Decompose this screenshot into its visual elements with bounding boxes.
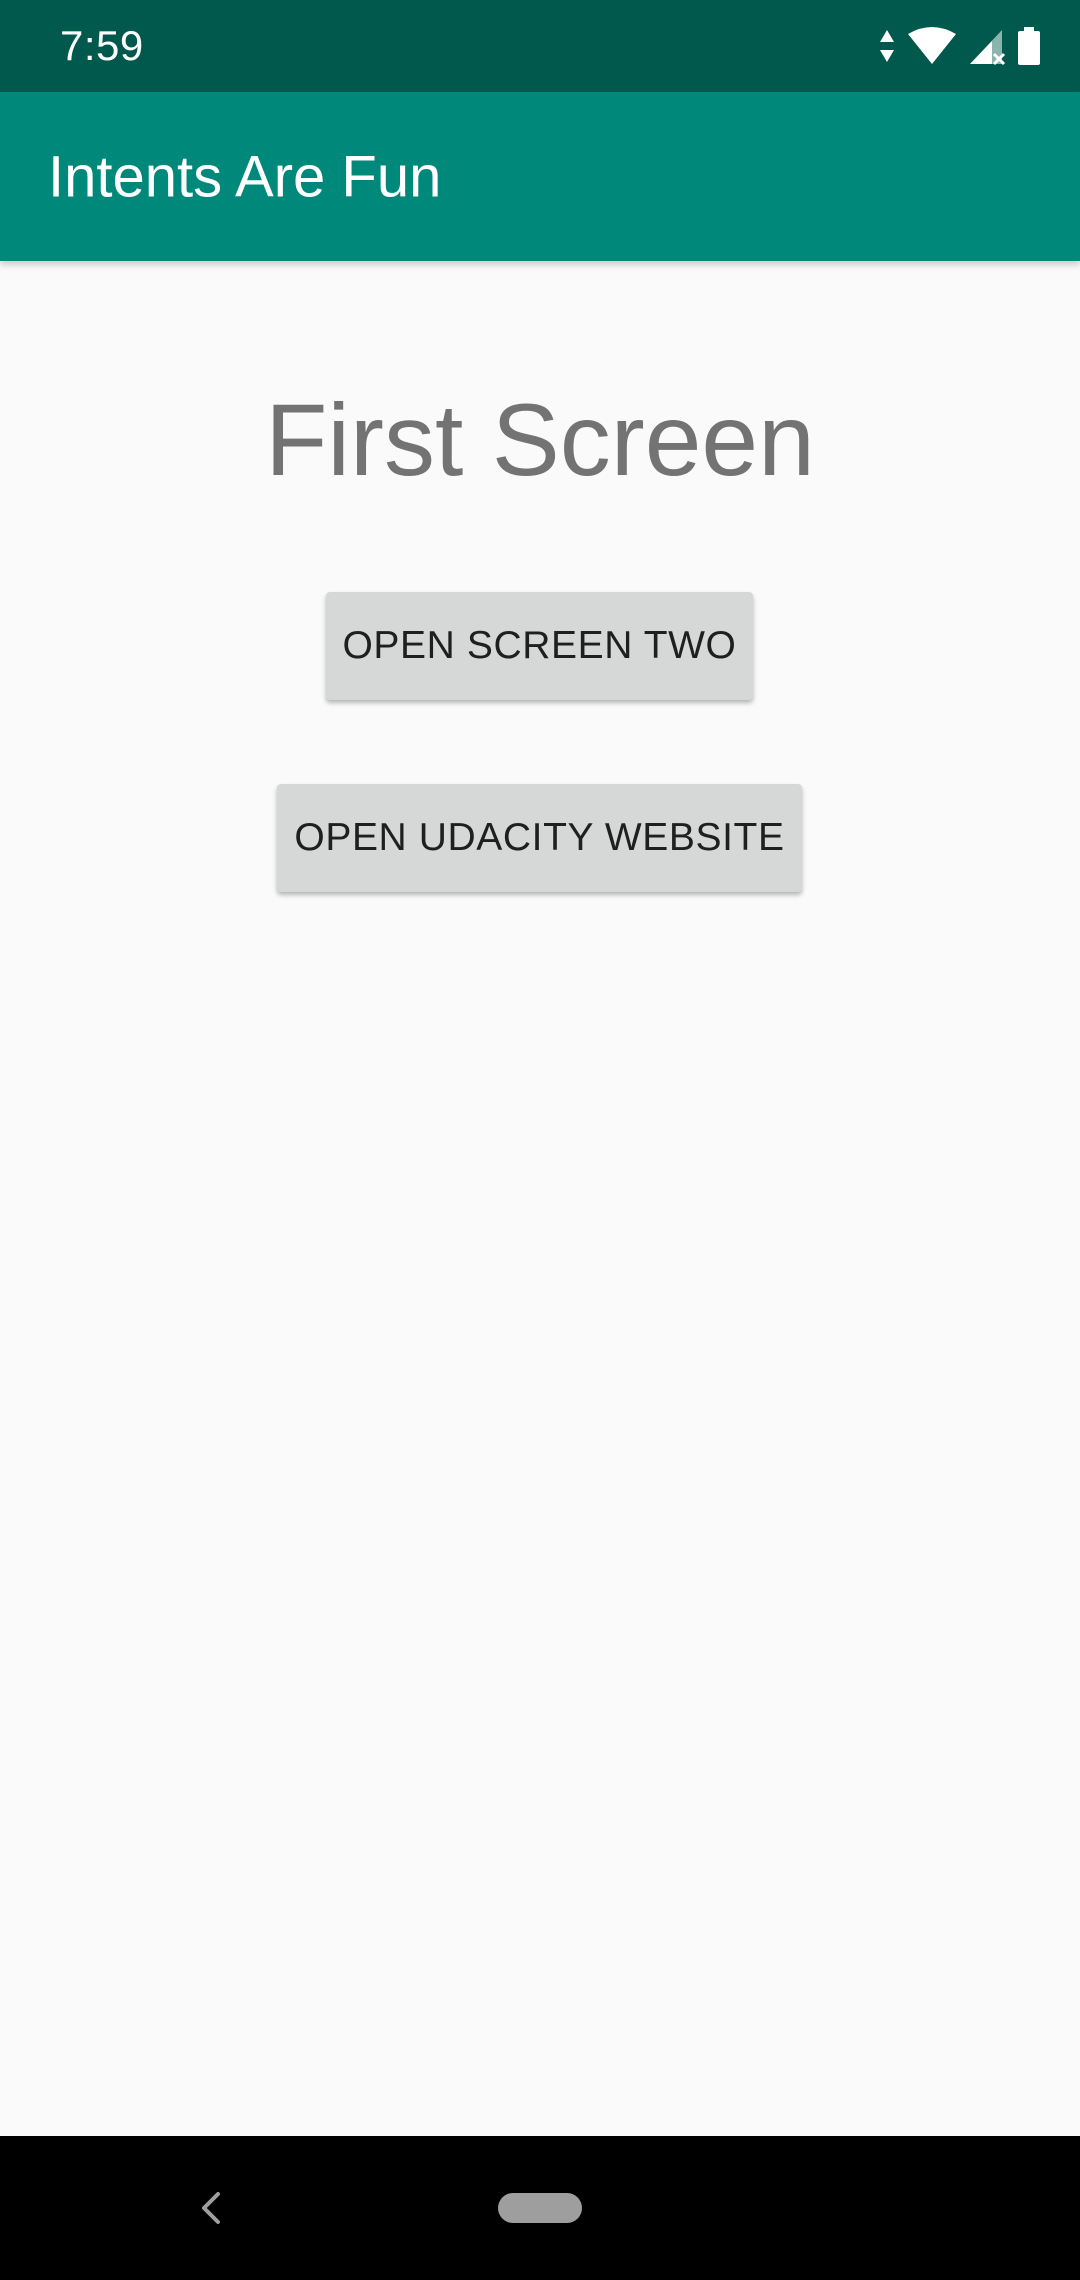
status-icons [878, 26, 1042, 70]
main-content: First Screen OPEN SCREEN TWO OPEN UDACIT… [0, 261, 1080, 2136]
open-screen-two-button[interactable]: OPEN SCREEN TWO [326, 592, 753, 700]
status-bar: 7:59 [0, 0, 1080, 92]
home-pill-icon[interactable] [498, 2193, 582, 2223]
app-title: Intents Are Fun [48, 144, 442, 209]
back-icon[interactable] [190, 2186, 234, 2230]
wifi-icon [906, 26, 958, 71]
open-udacity-website-button[interactable]: OPEN UDACITY WEBSITE [277, 784, 802, 892]
cell-signal-icon [968, 26, 1006, 71]
data-transfer-icon [878, 26, 896, 71]
app-bar: Intents Are Fun [0, 92, 1080, 261]
battery-icon [1016, 26, 1042, 71]
navigation-bar [0, 2136, 1080, 2280]
status-time: 7:59 [60, 22, 144, 69]
screen-heading: First Screen [265, 383, 815, 497]
